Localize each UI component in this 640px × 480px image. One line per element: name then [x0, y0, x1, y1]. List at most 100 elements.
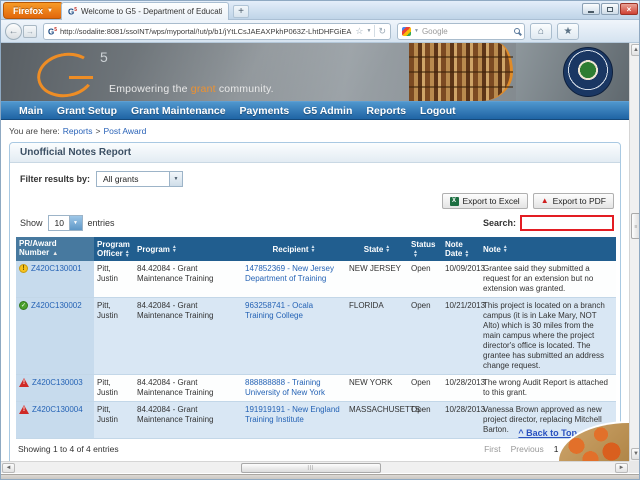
- home-button[interactable]: ⌂: [530, 23, 552, 40]
- state-cell: FLORIDA: [346, 298, 408, 375]
- close-button[interactable]: ×: [620, 3, 638, 15]
- chevron-down-icon[interactable]: ▼: [69, 216, 82, 230]
- url-bar[interactable]: G5 http://sodalite:8081/ssoINT/wps/mypor…: [43, 23, 391, 40]
- award-link[interactable]: Z420C130003: [32, 378, 83, 388]
- bookmarks-button[interactable]: ★: [557, 23, 579, 40]
- bookmark-star-icon[interactable]: ☆: [355, 27, 363, 36]
- award-link[interactable]: Z420C130002: [31, 301, 82, 311]
- nav-item-main[interactable]: Main: [19, 105, 43, 117]
- recipient-link[interactable]: 191919191 - New England Training Institu…: [245, 405, 340, 424]
- scrollbar-corner: [629, 461, 640, 473]
- award-link[interactable]: Z420C130004: [32, 405, 83, 415]
- forward-button[interactable]: →: [23, 25, 37, 38]
- filter-label: Filter results by:: [20, 174, 90, 184]
- nav-item-payments[interactable]: Payments: [240, 105, 290, 117]
- breadcrumb-link-reports[interactable]: Reports: [63, 126, 93, 136]
- sort-icon: ▲▼: [503, 245, 508, 253]
- state-cell: NEW JERSEY: [346, 261, 408, 298]
- sort-asc-icon: ▲: [52, 251, 58, 257]
- column-header-status[interactable]: Status▲▼: [408, 237, 442, 261]
- page-length-select[interactable]: 10 ▼: [48, 215, 83, 231]
- scroll-up-icon[interactable]: ▲: [631, 44, 640, 56]
- scroll-down-icon[interactable]: ▼: [631, 448, 640, 460]
- tab-title: Welcome to G5 - Department of Educati...: [81, 7, 222, 16]
- search-input[interactable]: [520, 215, 614, 231]
- banner-tagline: Empowering the grant community.: [109, 83, 274, 95]
- search-label: Search:: [483, 218, 516, 228]
- minimize-icon: [588, 11, 594, 13]
- web-search-box[interactable]: ▼ Google: [397, 23, 525, 40]
- award-link[interactable]: Z420C130001: [31, 264, 82, 274]
- title-bar: Firefox ▼ G5 Welcome to G5 - Department …: [1, 1, 640, 20]
- date-cell: 10/09/2013: [442, 261, 480, 298]
- restore-button[interactable]: [601, 3, 619, 15]
- recipient-link[interactable]: 963258741 - Ocala Training College: [245, 301, 313, 320]
- window-controls: ×: [581, 3, 638, 15]
- vertical-scrollbar-thumb[interactable]: ≡: [631, 213, 640, 239]
- chevron-down-icon[interactable]: ▼: [169, 172, 182, 186]
- search-icon[interactable]: [514, 28, 520, 34]
- state-cell: NEW YORK: [346, 375, 408, 402]
- table-row: !Z420C130001 Pitt, Justin 84.42084 - Gra…: [16, 261, 616, 298]
- web-search-placeholder[interactable]: Google: [422, 27, 511, 36]
- site-favicon-icon: G5: [48, 26, 57, 37]
- alert-icon: !: [19, 378, 29, 387]
- browser-tab[interactable]: G5 Welcome to G5 - Department of Educati…: [61, 2, 229, 20]
- back-to-top-link[interactable]: ^ Back to Top: [518, 428, 577, 438]
- filter-row: Filter results by: All grants ▼: [10, 163, 620, 191]
- recipient-link[interactable]: 888888888 - Training University of New Y…: [245, 378, 325, 397]
- horizontal-scrollbar-thumb[interactable]: |||: [241, 463, 381, 473]
- horizontal-scrollbar[interactable]: ◄ ||| ►: [1, 461, 629, 473]
- nav-item-grant-setup[interactable]: Grant Setup: [57, 105, 117, 117]
- alert-icon: !: [19, 405, 29, 414]
- breadcrumb-link-post-award[interactable]: Post Award: [103, 126, 146, 136]
- date-cell: 10/28/2013: [442, 375, 480, 402]
- breadcrumb-prefix: You are here:: [9, 126, 60, 136]
- tagline-accent: grant: [191, 83, 216, 95]
- divider: [374, 25, 375, 37]
- export-pdf-button[interactable]: ▲ Export to PDF: [533, 193, 614, 209]
- table-footer: Showing 1 to 4 of 4 entries First Previo…: [10, 439, 620, 462]
- officer-cell: Pitt, Justin: [94, 261, 134, 298]
- g5-logo-icon: [34, 48, 99, 101]
- entries-label: entries: [88, 218, 115, 228]
- nav-item-reports[interactable]: Reports: [366, 105, 406, 117]
- excel-icon: X: [450, 197, 459, 206]
- nav-item-logout[interactable]: Logout: [420, 105, 456, 117]
- column-header-state[interactable]: State▲▼: [346, 237, 408, 261]
- url-dropdown-icon[interactable]: ▼: [367, 28, 372, 34]
- new-tab-button[interactable]: +: [233, 5, 249, 18]
- program-cell: 84.42084 - Grant Maintenance Training: [134, 402, 242, 439]
- nav-item-g5-admin[interactable]: G5 Admin: [303, 105, 352, 117]
- table-header-row: PR/Award Number▲ Program Officer▲▼ Progr…: [16, 237, 616, 261]
- pagination-previous[interactable]: Previous: [511, 444, 544, 454]
- filter-select-value: All grants: [97, 174, 169, 184]
- filter-select[interactable]: All grants ▼: [96, 171, 183, 187]
- minimize-button[interactable]: [582, 3, 600, 15]
- recipient-link[interactable]: 147852369 - New Jersey Department of Tra…: [245, 264, 334, 283]
- breadcrumb: You are here: Reports > Post Award: [1, 121, 629, 140]
- url-text[interactable]: http://sodalite:8081/ssoINT/wps/myportal…: [60, 27, 352, 36]
- nav-item-grant-maintenance[interactable]: Grant Maintenance: [131, 105, 226, 117]
- column-header-date[interactable]: Note Date▲▼: [442, 237, 480, 261]
- officer-cell: Pitt, Justin: [94, 375, 134, 402]
- restore-icon: [607, 7, 613, 12]
- column-header-recipient[interactable]: Recipient▲▼: [242, 237, 346, 261]
- search-engine-dropdown-icon[interactable]: ▼: [414, 28, 419, 34]
- column-header-program[interactable]: Program▲▼: [134, 237, 242, 261]
- pagination-first[interactable]: First: [484, 444, 501, 454]
- column-header-officer[interactable]: Program Officer▲▼: [94, 237, 134, 261]
- column-header-award[interactable]: PR/Award Number▲: [16, 237, 94, 261]
- back-button[interactable]: ←: [5, 23, 22, 40]
- scroll-right-icon[interactable]: ►: [615, 463, 628, 473]
- breadcrumb-separator: >: [96, 126, 101, 136]
- bookshelf-shelf-lines: [409, 43, 513, 101]
- scroll-left-icon[interactable]: ◄: [2, 463, 15, 473]
- column-header-note[interactable]: Note▲▼: [480, 237, 616, 261]
- export-excel-button[interactable]: X Export to Excel: [442, 193, 528, 209]
- vertical-scrollbar[interactable]: ▲ ≡ ▼: [629, 43, 640, 461]
- reload-icon[interactable]: ↻: [378, 27, 386, 36]
- status-cell: Open: [408, 261, 442, 298]
- close-icon: ×: [627, 5, 632, 14]
- firefox-menu-button[interactable]: Firefox ▼: [3, 2, 63, 19]
